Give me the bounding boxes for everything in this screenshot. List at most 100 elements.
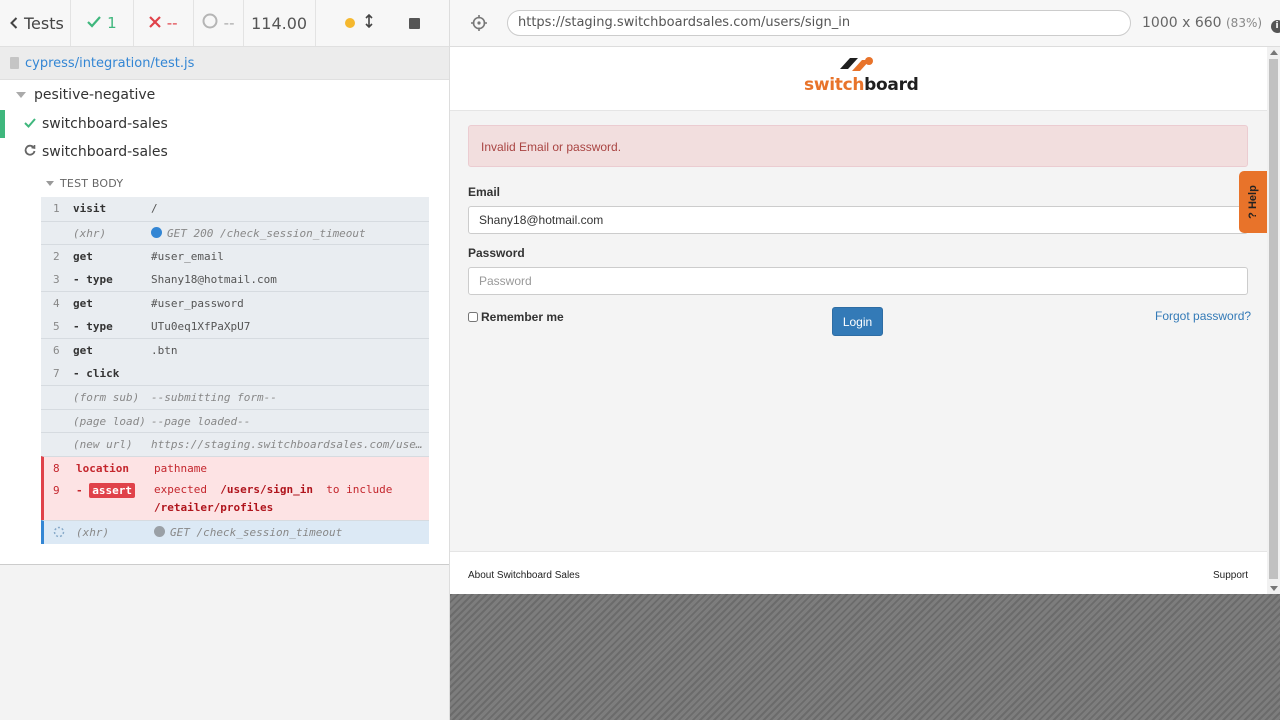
url-display[interactable]: https://staging.switchboardsales.com/use…: [507, 10, 1131, 36]
running-indicator-icon: [344, 18, 355, 28]
suite-title[interactable]: pesitive-negative: [0, 80, 449, 110]
command-number: 4: [53, 297, 60, 310]
command-row[interactable]: 2 get #user_email: [41, 244, 429, 268]
command-message: --page loaded--: [151, 414, 251, 428]
spec-file-bar: cypress/integration/test.js: [0, 47, 449, 80]
aut-iframe: switchboard Invalid Email or password. E…: [450, 47, 1267, 594]
command-row[interactable]: (form sub) --submitting form--: [41, 385, 429, 409]
command-row[interactable]: (page load) --page loaded--: [41, 408, 429, 433]
command-message: --submitting form--: [151, 391, 277, 404]
command-name: (xhr): [73, 226, 107, 240]
command-row[interactable]: 4 get #user_password: [41, 291, 429, 315]
tests-label: Tests: [24, 13, 64, 33]
cross-icon: [148, 14, 161, 32]
test-item-passed[interactable]: switchboard-sales: [0, 110, 449, 138]
command-message-text: GET /check_session_timeout: [170, 526, 343, 539]
stop-icon[interactable]: [408, 17, 420, 29]
assert-expected: /retailer/profiles: [154, 501, 274, 514]
help-tab-label: ? Help: [1247, 185, 1259, 219]
command-name: (form sub): [73, 391, 140, 404]
command-message: https://staging.switchboardsales.com/use…: [151, 438, 429, 451]
command-number: 9: [53, 484, 60, 497]
command-number: 7: [53, 366, 60, 380]
viewport-size: 1000 x 660: [1142, 15, 1222, 31]
assert-mid: to include: [326, 483, 393, 496]
command-name: (new url): [73, 438, 133, 451]
pending-circle-icon: [202, 13, 218, 33]
scroll-thumb[interactable]: [1269, 59, 1278, 579]
help-tab[interactable]: ? Help: [1239, 171, 1267, 233]
aut-header: https://staging.switchboardsales.com/use…: [450, 0, 1280, 47]
command-row-assert-failed[interactable]: 9 - assert expected /users/sign_in to in…: [41, 479, 429, 520]
run-controls: [316, 0, 449, 46]
command-name: - type: [73, 319, 113, 333]
pending-count: --: [223, 14, 235, 32]
site-header: switchboard: [450, 47, 1267, 111]
email-label: Email: [468, 185, 501, 199]
info-icon: i: [1270, 20, 1280, 33]
command-name: visit: [73, 202, 107, 215]
logo-word-board: board: [864, 75, 919, 95]
password-field[interactable]: [468, 267, 1248, 295]
email-field[interactable]: [468, 206, 1248, 234]
passed-count: 1: [107, 14, 117, 32]
command-number: 1: [53, 202, 60, 215]
spec-file-link[interactable]: cypress/integration/test.js: [25, 56, 194, 71]
command-row[interactable]: 7 - click: [41, 362, 429, 386]
tests-back-button[interactable]: Tests: [0, 0, 71, 46]
xhr-status-dot-icon: [151, 226, 162, 238]
command-message: GET 200 /check_session_timeout: [151, 226, 429, 240]
viewport-scale: (83%): [1226, 16, 1263, 30]
command-message-text: GET 200 /check_session_timeout: [167, 226, 366, 240]
command-name: get: [73, 344, 93, 357]
command-row[interactable]: 5 - type UTu0eq1XfPaXpU7: [41, 315, 429, 339]
command-message: /: [151, 202, 158, 215]
command-row[interactable]: 3 - type Shany18@hotmail.com: [41, 268, 429, 292]
passed-stat: 1: [71, 0, 134, 46]
suite-label: pesitive-negative: [34, 87, 156, 103]
command-row[interactable]: 6 get .btn: [41, 338, 429, 362]
command-row-pending[interactable]: (xhr) GET /check_session_timeout: [41, 520, 429, 544]
command-row-failed[interactable]: 8 location pathname: [41, 455, 429, 479]
command-message: .btn: [151, 344, 178, 357]
reporter-panel: Tests 1 -- -- 114.00 cypress/integration…: [0, 0, 450, 720]
pending-stat: --: [194, 0, 244, 46]
test-item-running[interactable]: switchboard-sales: [0, 138, 449, 166]
command-name: get: [73, 297, 93, 310]
command-row[interactable]: 1 visit /: [41, 197, 429, 221]
forgot-password-link[interactable]: Forgot password?: [1155, 309, 1251, 323]
logo-wordmark: switchboard: [804, 75, 919, 95]
test-title: switchboard-sales: [42, 144, 168, 160]
error-alert: Invalid Email or password.: [468, 125, 1248, 167]
remember-me-checkbox[interactable]: [468, 312, 478, 322]
remember-me[interactable]: Remember me: [468, 310, 564, 324]
login-button[interactable]: Login: [832, 307, 883, 336]
command-row[interactable]: (xhr) GET 200 /check_session_timeout: [41, 220, 429, 245]
footer-about-link[interactable]: About Switchboard Sales: [468, 570, 580, 581]
cypress-runner: Tests 1 -- -- 114.00 cypress/integration…: [0, 0, 1280, 720]
test-title: switchboard-sales: [42, 116, 168, 132]
check-icon: [87, 14, 101, 32]
footer-support-link[interactable]: Support: [1213, 570, 1248, 581]
command-number: 6: [53, 344, 60, 357]
auto-scroll-toggle-icon[interactable]: [365, 13, 373, 32]
scroll-up-icon[interactable]: [1270, 50, 1278, 55]
command-message: #user_password: [151, 297, 244, 310]
viewport-info[interactable]: 1000 x 660 (83%) i: [1142, 15, 1280, 33]
chevron-left-icon: [10, 14, 18, 33]
test-body-label: TEST BODY: [60, 176, 124, 190]
scroll-down-icon[interactable]: [1270, 586, 1278, 591]
assert-actual: /users/sign_in: [220, 483, 313, 496]
selector-playground-icon[interactable]: [470, 14, 488, 32]
command-row[interactable]: (new url) https://staging.switchboardsal…: [41, 432, 429, 456]
command-number: 8: [53, 461, 60, 475]
switchboard-logo[interactable]: switchboard: [804, 55, 919, 99]
password-label: Password: [468, 246, 525, 260]
command-message: Shany18@hotmail.com: [151, 272, 277, 286]
command-number: 2: [53, 250, 60, 263]
logo-mark-icon: [840, 57, 873, 71]
aut-scrollbar[interactable]: [1267, 47, 1280, 594]
xhr-status-dot-icon: [154, 526, 165, 537]
command-name: (xhr): [76, 526, 110, 539]
test-body-toggle[interactable]: TEST BODY: [46, 172, 449, 194]
